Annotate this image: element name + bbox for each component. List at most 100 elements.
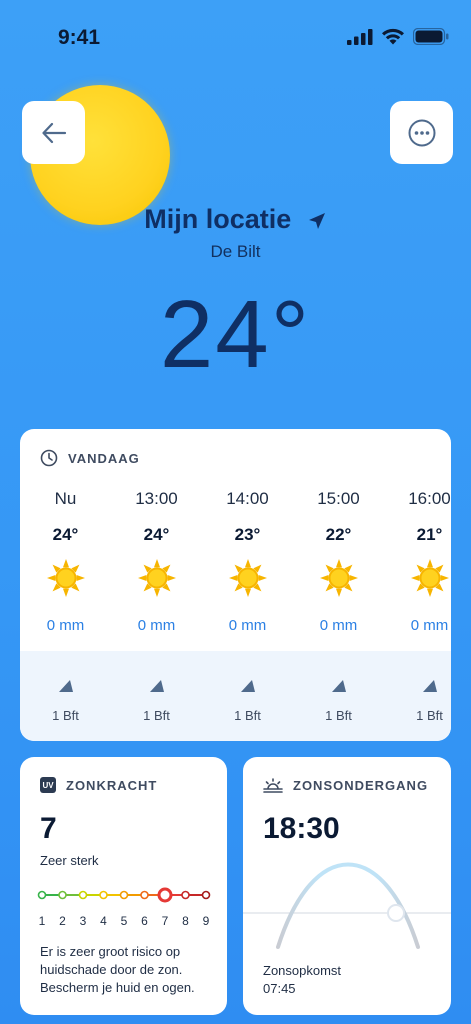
wind-item: 1 Bft [202,679,293,723]
hour-temperature: 24° [143,525,170,544]
wind-item: 1 Bft [293,679,384,723]
sunrise-time: 07:45 [263,981,296,996]
uv-heading: UV ZONKRACHT [40,777,157,793]
sun-ray [62,559,69,568]
sun-ray [137,574,146,582]
sun-ray [244,559,251,568]
hour-item: Nu 24° 0 mm [20,487,111,634]
sun-icon [384,557,451,601]
sun-ray [76,574,85,582]
sun-disc [55,567,76,589]
sun-ray [62,588,69,597]
uv-scale-label: 2 [59,914,66,928]
hour-rain: 0 mm [410,617,449,634]
uv-scale-label: 7 [162,914,169,928]
arrow-left-icon [41,122,66,143]
uv-card[interactable]: UV ZONKRACHT 7 Zeer sterk 123456789 Er i… [20,757,227,1015]
wind-force: 1 Bft [325,708,352,723]
sun-disc [419,567,440,589]
status-icons [347,28,449,45]
wind-force: 1 Bft [52,708,79,723]
sun-ray [335,559,342,568]
sun-ray [228,574,237,582]
sun-ray [349,574,358,582]
battery-icon [413,28,449,45]
sun-position-marker [387,904,405,922]
wind-direction-icon [422,680,437,692]
wind-force: 1 Bft [234,708,261,723]
sunset-card[interactable]: ZONSONDERGANG 18:30 Zonsopkomst 07:45 [243,757,451,1015]
sun-ray [440,574,449,582]
sun-ray [410,574,419,582]
sun-icon [293,557,384,601]
location-subtitle: De Bilt [210,242,261,261]
uv-value: 7 [40,812,57,845]
more-options-button[interactable] [390,101,453,164]
sun-disc [146,567,167,589]
sun-ray [319,574,328,582]
hour-time: 15:00 [317,489,360,508]
hour-rain: 0 mm [46,617,85,634]
wind-direction-icon [58,680,73,692]
location-title[interactable]: Mijn locatie [0,204,471,235]
sun-ray [153,559,160,568]
hour-item: 15:00 22° 0 mm [293,487,384,634]
uv-scale-label: 4 [100,914,107,928]
hourly-forecast[interactable]: Nu 24° 0 mm 13:00 24° 0 mm 14:00 23° 0 m… [20,487,451,647]
uv-scale-dot [140,890,149,900]
sun-ray [244,588,251,597]
uv-description: Er is zeer groot risico op huidschade do… [40,944,195,995]
hour-temperature: 21° [416,525,443,544]
uv-scale-label: 8 [182,914,189,928]
sun-icon [202,557,293,601]
sun-disc [328,567,349,589]
uv-scale: 123456789 [37,887,211,928]
today-heading: VANDAAG [40,449,140,467]
hour-item: 13:00 24° 0 mm [111,487,202,634]
wind-item: 1 Bft [111,679,202,723]
location-name: Mijn locatie [144,204,292,234]
clock-icon [40,449,58,467]
sun-ray [258,574,267,582]
today-heading-label: VANDAAG [68,450,140,466]
sun-ray [426,588,433,597]
wind-item: 1 Bft [384,679,451,723]
hour-time: 13:00 [135,489,178,508]
hour-rain: 0 mm [137,617,176,634]
hour-temperature: 23° [234,525,261,544]
hour-temperature: 24° [52,525,79,544]
uv-scale-label: 5 [121,914,128,928]
uv-scale-dot [181,890,190,900]
hour-rain: 0 mm [319,617,358,634]
wind-direction-icon [331,680,346,692]
wind-force: 1 Bft [143,708,170,723]
wind-item: 1 Bft [20,679,111,723]
current-temperature: 24° [159,281,312,388]
uv-scale-dot [58,890,67,900]
uv-scale-dot [99,890,108,900]
uv-scale-dot [119,890,129,900]
hour-time: 14:00 [226,489,269,508]
sun-ray [153,588,160,597]
today-forecast-card[interactable]: VANDAAG Nu 24° 0 mm 13:00 24° 0 mm 14:00… [20,429,451,741]
sunset-heading-label: ZONSONDERGANG [293,777,429,793]
wind-force: 1 Bft [416,708,443,723]
uv-heading-label: ZONKRACHT [66,777,158,793]
uv-scale-dot [37,890,47,900]
sun-ray [167,574,176,582]
sun-path-graph [243,862,451,949]
sun-ray [335,588,342,597]
sunset-icon [263,778,283,793]
hour-time: Nu [54,489,77,508]
wind-direction-icon [149,680,164,692]
wind-row: 1 Bft 1 Bft 1 Bft 1 Bft 1 Bft [20,651,451,741]
uv-icon: UV [40,777,56,793]
back-button[interactable] [22,101,85,164]
uv-current-marker [157,887,173,903]
sun-ray [426,559,433,568]
more-icon [408,119,435,146]
signal-icon [347,28,373,45]
uv-scale-label: 9 [203,914,210,928]
hour-temperature: 22° [325,525,352,544]
uv-scale-dot [201,890,211,900]
